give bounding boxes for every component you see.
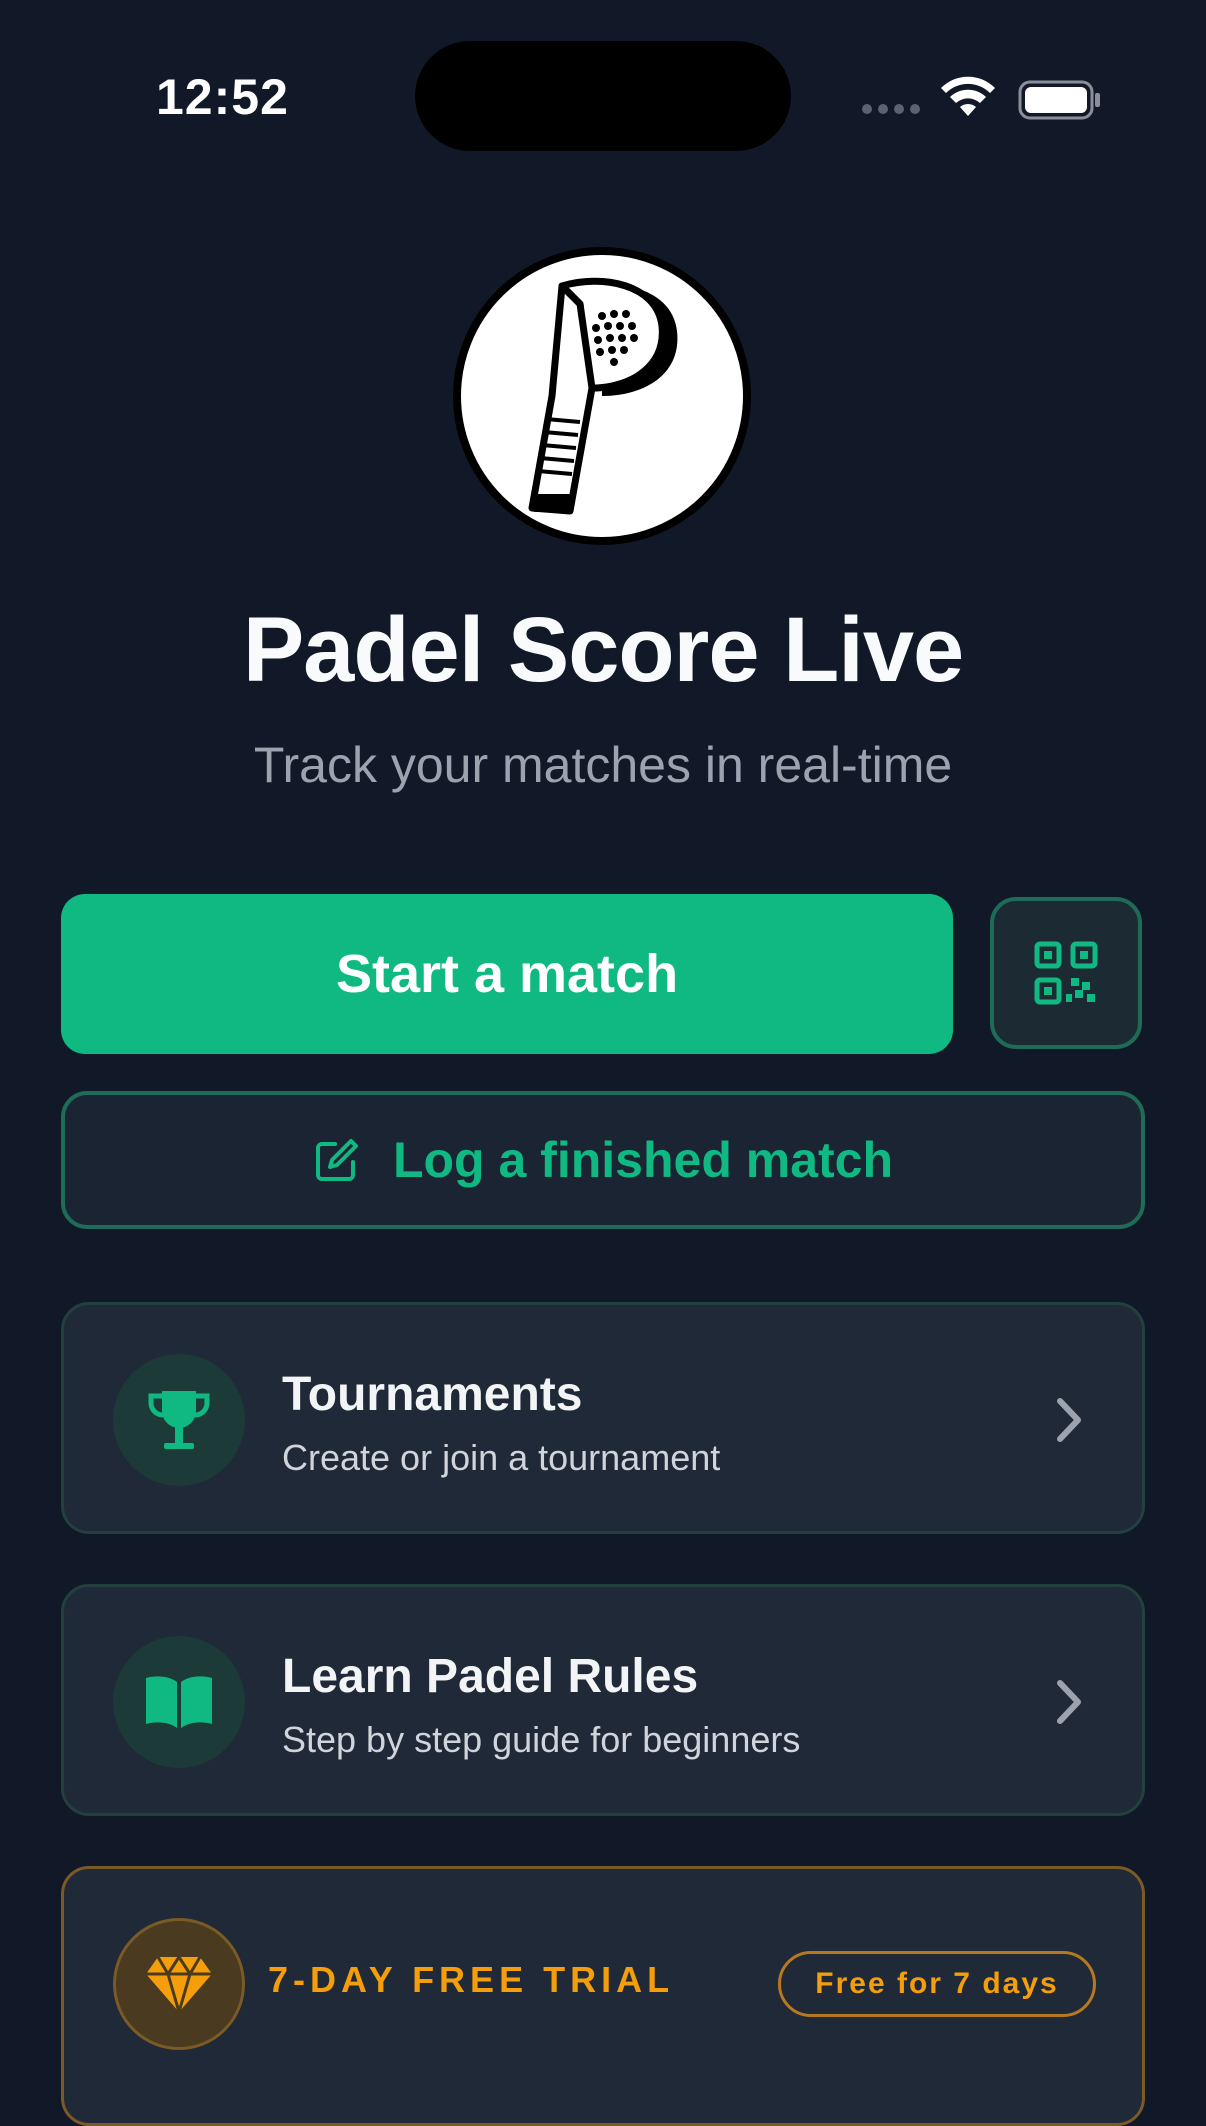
log-finished-match-button[interactable]: Log a finished match [61,1091,1145,1229]
trial-title: 7-DAY FREE TRIAL [268,1959,675,2000]
cellular-dots-icon [862,104,920,114]
qr-code-icon [1034,941,1098,1005]
free-trial-card[interactable]: 7-DAY FREE TRIAL Free for 7 days [61,1866,1145,2126]
log-finished-match-label: Log a finished match [392,1132,894,1188]
chevron-right-icon [1057,1680,1081,1724]
app-subtitle: Track your matches in real-time [253,737,953,793]
start-match-button[interactable]: Start a match [61,894,953,1054]
chevron-right-icon [1057,1398,1081,1442]
wifi-icon [941,76,995,116]
card-description: Step by step guide for beginners [282,1719,801,1760]
app-logo [453,247,751,545]
dynamic-island [415,41,791,151]
battery-icon [1018,80,1100,120]
diamond-icon [146,1955,212,2013]
start-match-label: Start a match [335,944,679,1004]
card-title: Tournaments [282,1368,583,1421]
book-icon [146,1676,212,1728]
status-time: 12:52 [156,69,289,125]
trophy-icon [148,1391,210,1449]
app-title: Padel Score Live [242,599,964,701]
status-bar: 12:52 [0,0,1206,190]
card-description: Create or join a tournament [282,1437,721,1478]
edit-icon [315,1139,358,1181]
trial-badge: Free for 7 days [778,1951,1096,2017]
learn-rules-card[interactable]: Learn Padel Rules Step by step guide for… [61,1584,1145,1816]
scan-qr-button[interactable] [990,897,1142,1049]
tournaments-card[interactable]: Tournaments Create or join a tournament [61,1302,1145,1534]
card-title: Learn Padel Rules [282,1650,699,1703]
